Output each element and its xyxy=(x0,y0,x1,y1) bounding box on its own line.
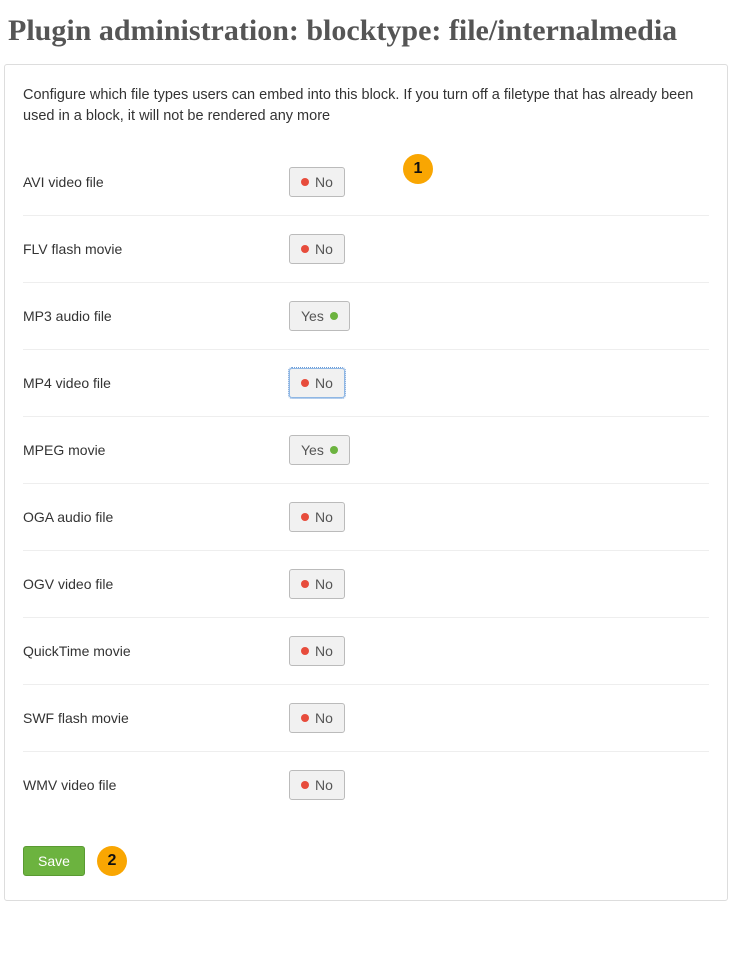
toggle-switch[interactable]: No xyxy=(289,502,345,532)
option-label: SWF flash movie xyxy=(23,710,289,726)
status-dot-off-icon xyxy=(301,647,309,655)
toggle-switch[interactable]: No xyxy=(289,636,345,666)
options-list: AVI video file No 1 FLV flash movie No MP3 au… xyxy=(23,149,709,818)
toggle-text: No xyxy=(315,174,333,190)
status-dot-off-icon xyxy=(301,245,309,253)
toggle-text: No xyxy=(315,777,333,793)
description-text: Configure which file types users can emb… xyxy=(23,85,709,127)
option-label: MP3 audio file xyxy=(23,308,289,324)
option-row: SWF flash movie No xyxy=(23,685,709,752)
option-label: MP4 video file xyxy=(23,375,289,391)
status-dot-on-icon xyxy=(330,446,338,454)
toggle-switch[interactable]: No xyxy=(289,368,345,398)
callout-2: 2 xyxy=(97,846,127,876)
option-label: WMV video file xyxy=(23,777,289,793)
toggle-switch[interactable]: No xyxy=(289,703,345,733)
toggle-text: Yes xyxy=(301,442,324,458)
status-dot-off-icon xyxy=(301,580,309,588)
status-dot-off-icon xyxy=(301,513,309,521)
status-dot-off-icon xyxy=(301,379,309,387)
toggle-switch[interactable]: Yes xyxy=(289,301,350,331)
toggle-text: No xyxy=(315,509,333,525)
option-row: QuickTime movie No xyxy=(23,618,709,685)
option-label: QuickTime movie xyxy=(23,643,289,659)
option-row: MP3 audio file Yes xyxy=(23,283,709,350)
option-label: OGV video file xyxy=(23,576,289,592)
option-row: MP4 video file No xyxy=(23,350,709,417)
status-dot-off-icon xyxy=(301,178,309,186)
status-dot-off-icon xyxy=(301,714,309,722)
option-label: OGA audio file xyxy=(23,509,289,525)
toggle-text: Yes xyxy=(301,308,324,324)
option-row: MPEG movie Yes xyxy=(23,417,709,484)
toggle-text: No xyxy=(315,241,333,257)
toggle-text: No xyxy=(315,375,333,391)
option-row: WMV video file No xyxy=(23,752,709,818)
option-label: FLV flash movie xyxy=(23,241,289,257)
toggle-switch[interactable]: Yes xyxy=(289,435,350,465)
toggle-text: No xyxy=(315,710,333,726)
status-dot-off-icon xyxy=(301,781,309,789)
option-label: AVI video file xyxy=(23,174,289,190)
toggle-text: No xyxy=(315,576,333,592)
page-title: Plugin administration: blocktype: file/i… xyxy=(4,4,728,64)
save-row: Save 2 xyxy=(23,846,709,876)
toggle-switch[interactable]: No xyxy=(289,167,345,197)
callout-1: 1 xyxy=(403,154,433,184)
option-label: MPEG movie xyxy=(23,442,289,458)
option-row: AVI video file No 1 xyxy=(23,149,709,216)
settings-panel: Configure which file types users can emb… xyxy=(4,64,728,901)
toggle-text: No xyxy=(315,643,333,659)
toggle-switch[interactable]: No xyxy=(289,569,345,599)
toggle-switch[interactable]: No xyxy=(289,234,345,264)
option-row: OGV video file No xyxy=(23,551,709,618)
toggle-switch[interactable]: No xyxy=(289,770,345,800)
option-row: OGA audio file No xyxy=(23,484,709,551)
option-row: FLV flash movie No xyxy=(23,216,709,283)
status-dot-on-icon xyxy=(330,312,338,320)
save-button[interactable]: Save xyxy=(23,846,85,876)
